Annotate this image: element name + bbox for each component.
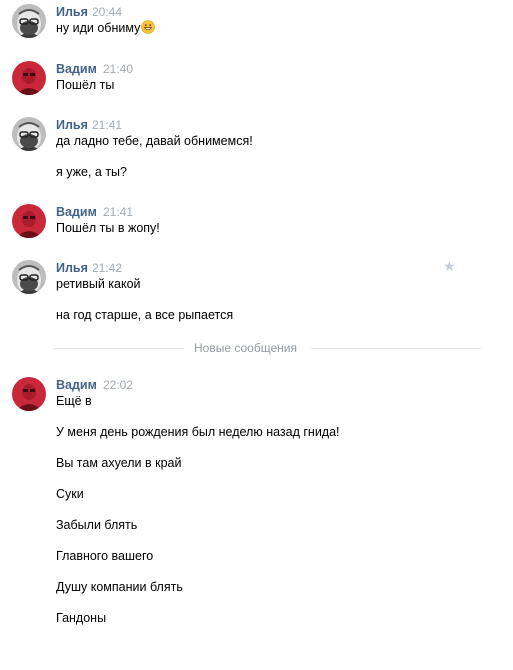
- message-time[interactable]: 20:44: [92, 4, 122, 20]
- divider-line: [54, 348, 184, 349]
- message-author[interactable]: Вадим: [56, 61, 97, 77]
- message-time[interactable]: 21:42: [92, 260, 122, 276]
- message-text-content: ну иди обниму: [56, 21, 141, 35]
- avatar-ilya[interactable]: [12, 117, 46, 151]
- message-time[interactable]: 22:02: [103, 377, 133, 393]
- avatar-vadim[interactable]: [12, 204, 46, 238]
- message-author[interactable]: Вадим: [56, 377, 97, 393]
- message-text: ретивый какой: [56, 277, 141, 291]
- message-author[interactable]: Вадим: [56, 204, 97, 220]
- message-time[interactable]: 21:40: [103, 61, 133, 77]
- message-text: Вы там ахуели в край: [56, 456, 182, 470]
- grinning-emoji-icon: [141, 20, 156, 34]
- message-author[interactable]: Илья: [56, 4, 88, 20]
- message-text: Пошёл ты в жопу!: [56, 221, 160, 235]
- avatar-ilya[interactable]: [12, 260, 46, 294]
- message-time[interactable]: 21:41: [103, 204, 133, 220]
- message-text: Ещё в: [56, 394, 92, 408]
- message-text: я уже, а ты?: [56, 165, 127, 179]
- divider-label: Новые сообщения: [194, 341, 297, 355]
- message-text: Забыли блять: [56, 518, 138, 532]
- avatar-ilya[interactable]: [12, 4, 46, 38]
- message-text: Душу компании блять: [56, 580, 183, 594]
- message-text: У меня день рождения был неделю назад гн…: [56, 425, 340, 439]
- message-text: Гандоны: [56, 611, 107, 625]
- avatar-vadim[interactable]: [12, 377, 46, 411]
- star-icon[interactable]: ★: [443, 259, 456, 273]
- message-text: да ладно тебе, давай обнимемся!: [56, 134, 253, 148]
- message-text: Главного вашего: [56, 549, 154, 563]
- divider-line: [311, 348, 481, 349]
- chat-history: Илья 20:44 ну иди обниму Вадим 21:40 Пош…: [0, 0, 513, 670]
- message-text: на год старше, а все рыпается: [56, 308, 234, 322]
- new-messages-divider: Новые сообщения: [54, 341, 481, 355]
- message-text: Пошёл ты: [56, 78, 115, 92]
- avatar-vadim[interactable]: [12, 61, 46, 95]
- message-text: Суки: [56, 487, 84, 501]
- message-author[interactable]: Илья: [56, 260, 88, 276]
- message-text: ну иди обниму: [56, 20, 156, 36]
- message-time[interactable]: 21:41: [92, 117, 122, 133]
- message-author[interactable]: Илья: [56, 117, 88, 133]
